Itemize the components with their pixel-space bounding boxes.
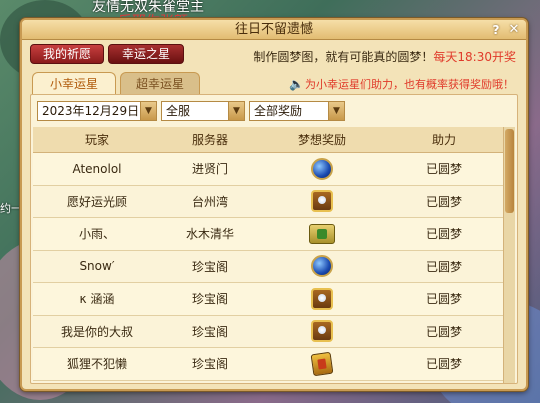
dream-list-panel: 2023年12月29日 ▼ 全服 ▼ 全部奖励 ▼ 玩家 服务器 梦想奖励 助力… xyxy=(30,94,518,384)
window-title: 往日不留遗憾 xyxy=(234,22,313,37)
player-name: 小雨、 xyxy=(78,227,115,242)
column-header-reward: 梦想奖励 xyxy=(297,132,346,147)
column-header-player: 玩家 xyxy=(84,133,109,147)
tab-super-lucky-star[interactable]: 超幸运星 xyxy=(120,72,200,94)
reward-cell xyxy=(259,190,385,213)
my-wish-button[interactable]: 我的祈愿 xyxy=(30,44,104,64)
server-name: 珍宝阁 xyxy=(191,324,228,339)
chest-icon[interactable] xyxy=(311,320,333,343)
table-row[interactable]: Atenolol 进贤门 已圆梦 xyxy=(33,153,503,186)
player-name: Snow′ xyxy=(79,259,115,274)
orb-icon[interactable] xyxy=(311,157,333,180)
chat-line: 乐耶你张额 xyxy=(118,11,188,17)
column-header-server: 服务器 xyxy=(191,133,228,147)
dream-table: 玩家 服务器 梦想奖励 助力 Atenolol 进贤门 已圆梦 愿好运光顾 台州湾 已圆梦… xyxy=(33,127,503,383)
scroll-icon[interactable] xyxy=(309,223,335,244)
table-row[interactable]: Snow′ 珍宝阁 已圆梦 xyxy=(33,251,503,283)
server-name: 珍宝阁 xyxy=(191,357,228,372)
tab-small-lucky-star[interactable]: 小幸运星 xyxy=(32,72,116,94)
reward-cell xyxy=(259,351,385,377)
support-status: 已圆梦 xyxy=(425,162,462,177)
info-main: 制作圆梦图，就有可能真的圆梦！ xyxy=(253,50,434,64)
table-body: Atenolol 进贤门 已圆梦 愿好运光顾 台州湾 已圆梦 小雨、 水木清华 已圆梦 Snow′… xyxy=(33,153,503,381)
reward-cell xyxy=(259,287,385,310)
chevron-down-icon[interactable]: ▼ xyxy=(328,102,344,120)
help-icon[interactable]: ? xyxy=(488,22,504,38)
table-header: 玩家 服务器 梦想奖励 助力 xyxy=(33,127,503,153)
table-row[interactable]: 我是你的大叔 珍宝阁 已圆梦 xyxy=(33,316,503,348)
speaker-icon: 🔈 xyxy=(289,77,304,91)
support-status: 已圆梦 xyxy=(425,357,462,372)
reward-cell xyxy=(259,223,385,244)
server-name: 水木清华 xyxy=(185,227,234,242)
support-status: 已圆梦 xyxy=(425,324,462,339)
support-status: 已圆梦 xyxy=(425,259,462,274)
table-row[interactable]: κ 涵涵 珍宝阁 已圆梦 xyxy=(33,283,503,316)
support-status: 已圆梦 xyxy=(425,227,462,242)
player-name: 狐狸不犯懒 xyxy=(66,357,127,372)
chest-icon[interactable] xyxy=(311,287,333,310)
server-name: 珍宝阁 xyxy=(191,292,228,307)
table-row[interactable]: 狐狸不犯懒 珍宝阁 已圆梦 xyxy=(33,348,503,381)
window-titlebar[interactable]: 往日不留遗憾 ? ✕ xyxy=(22,20,526,40)
chevron-down-icon[interactable]: ▼ xyxy=(140,102,156,120)
column-header-support: 助力 xyxy=(431,133,456,147)
player-name: 愿好运光顾 xyxy=(66,194,127,209)
chest-icon[interactable] xyxy=(311,190,333,213)
reward-select[interactable]: 全部奖励 ▼ xyxy=(249,101,345,121)
player-name: Atenolol xyxy=(72,161,122,176)
reward-cell xyxy=(259,320,385,343)
server-name: 进贤门 xyxy=(191,162,228,177)
notice-text: 为小幸运星们助力，也有概率获得奖励哦！ xyxy=(305,78,514,91)
draw-time: 每天18:30开奖 xyxy=(433,50,516,64)
player-name: 我是你的大叔 xyxy=(60,324,133,339)
close-icon[interactable]: ✕ xyxy=(506,22,522,38)
dream-window: 往日不留遗憾 ? ✕ 我的祈愿 幸运之星 制作圆梦图，就有可能真的圆梦！每天18… xyxy=(20,18,528,391)
token-icon[interactable] xyxy=(310,351,334,377)
notice-banner: 🔈为小幸运星们助力，也有概率获得奖励哦！ xyxy=(289,76,514,92)
lucky-star-button[interactable]: 幸运之星 xyxy=(108,44,184,64)
table-row[interactable]: 小雨、 水木清华 已圆梦 xyxy=(33,218,503,251)
server-select[interactable]: 全服 ▼ xyxy=(161,101,245,121)
support-status: 已圆梦 xyxy=(425,194,462,209)
chevron-down-icon[interactable]: ▼ xyxy=(228,102,244,120)
support-status: 已圆梦 xyxy=(425,292,462,307)
player-name: κ 涵涵 xyxy=(79,292,115,307)
date-select-value: 2023年12月29日 xyxy=(42,104,140,118)
reward-select-value: 全部奖励 xyxy=(254,104,303,118)
table-scrollbar[interactable] xyxy=(503,127,515,383)
info-text: 制作圆梦图，就有可能真的圆梦！每天18:30开奖 xyxy=(253,48,516,65)
reward-cell xyxy=(259,255,385,278)
table-row[interactable]: 愿好运光顾 台州湾 已圆梦 xyxy=(33,186,503,218)
date-select[interactable]: 2023年12月29日 ▼ xyxy=(37,101,157,121)
side-text: 约一 xyxy=(0,202,22,215)
server-select-value: 全服 xyxy=(166,104,191,118)
reward-cell xyxy=(259,157,385,180)
server-name: 珍宝阁 xyxy=(191,259,228,274)
orb-icon[interactable] xyxy=(311,255,333,278)
scrollbar-thumb[interactable] xyxy=(505,129,514,213)
server-name: 台州湾 xyxy=(191,194,228,209)
